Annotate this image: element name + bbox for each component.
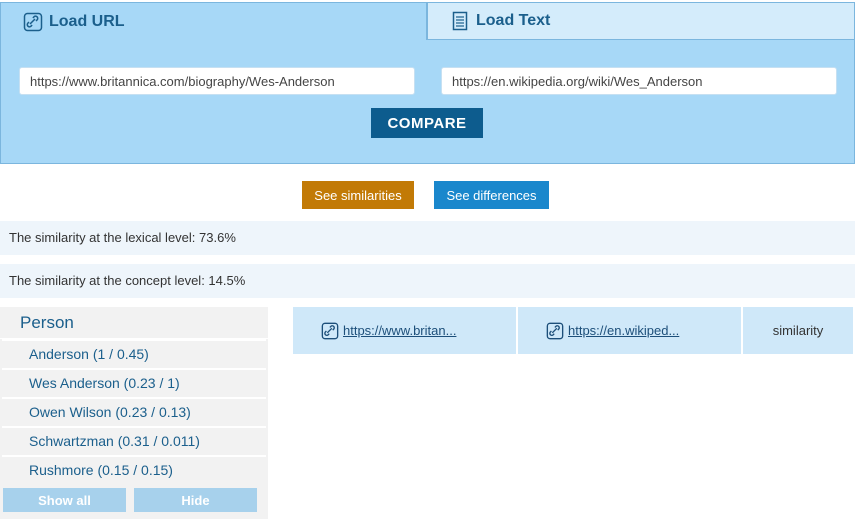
url-panel: COMPARE xyxy=(0,40,855,164)
result-link-right-label: https://en.wikiped... xyxy=(568,323,680,338)
person-title: Person xyxy=(0,307,268,339)
link-icon xyxy=(546,322,564,340)
link-icon xyxy=(321,322,339,340)
result-link-right[interactable]: https://en.wikiped... xyxy=(546,322,679,340)
lexical-similarity-text: The similarity at the lexical level: 73.… xyxy=(0,221,855,255)
link-icon xyxy=(23,12,43,32)
results-col-similarity: similarity xyxy=(743,307,853,354)
person-item[interactable]: Wes Anderson (0.23 / 1) xyxy=(2,368,266,395)
url-input-left[interactable] xyxy=(19,67,415,95)
see-differences-button[interactable]: See differences xyxy=(434,181,549,209)
tab-load-url-label: Load URL xyxy=(49,12,125,30)
tab-load-text[interactable]: Load Text xyxy=(427,2,855,40)
tab-load-url[interactable]: Load URL xyxy=(0,2,427,40)
see-similarities-button[interactable]: See similarities xyxy=(302,181,414,209)
result-link-left[interactable]: https://www.britan... xyxy=(321,322,456,340)
concept-similarity-text: The similarity at the concept level: 14.… xyxy=(0,264,855,298)
person-item[interactable]: Owen Wilson (0.23 / 0.13) xyxy=(2,397,266,424)
compare-button[interactable]: COMPARE xyxy=(371,108,483,138)
results-col-right: https://en.wikiped... xyxy=(518,307,741,354)
tab-load-text-label: Load Text xyxy=(476,12,551,29)
results-col-left: https://www.britan... xyxy=(293,307,516,354)
result-link-left-label: https://www.britan... xyxy=(343,323,457,338)
url-input-right[interactable] xyxy=(441,67,837,95)
person-item[interactable]: Anderson (1 / 0.45) xyxy=(2,339,266,366)
person-panel: Person Anderson (1 / 0.45) Wes Anderson … xyxy=(0,307,268,519)
person-item[interactable]: Schwartzman (0.31 / 0.011) xyxy=(2,426,266,453)
person-item[interactable]: Rushmore (0.15 / 0.15) xyxy=(2,455,266,482)
similarity-header: similarity xyxy=(772,323,824,338)
document-icon xyxy=(450,11,470,31)
hide-button[interactable]: Hide xyxy=(134,488,257,512)
show-all-button[interactable]: Show all xyxy=(3,488,126,512)
